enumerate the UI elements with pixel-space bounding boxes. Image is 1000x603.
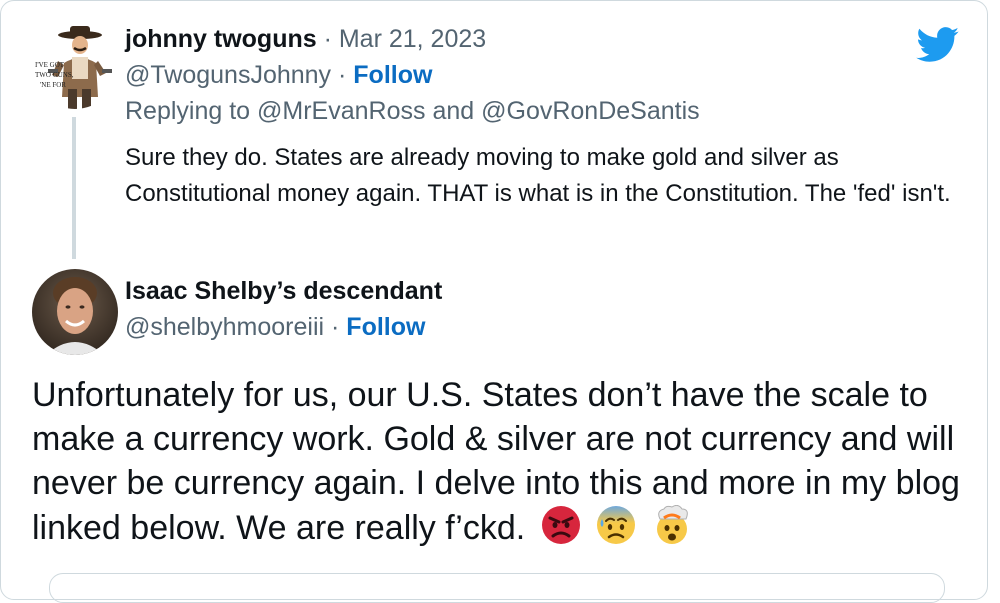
main-handle[interactable]: @shelbyhmooreiii: [125, 313, 324, 341]
reply-handle[interactable]: @TwogunsJohnny: [125, 61, 331, 89]
reply-follow-button[interactable]: Follow: [353, 61, 432, 89]
main-display-name[interactable]: Isaac Shelby’s descendant: [125, 277, 442, 306]
anxious-face-with-sweat-icon: [597, 506, 636, 544]
reply-date-separator: ·: [316, 25, 339, 53]
replying-to-and: and: [425, 97, 482, 125]
avatar-isaac-shelby[interactable]: [32, 269, 118, 355]
reply-handle-line: @TwogunsJohnny · Follow: [125, 61, 432, 90]
avatar-caption-line-3: 'NE FOR: [40, 81, 66, 89]
replying-to-prefix: Replying to: [125, 97, 258, 125]
reply-tweet-text: Sure they do. States are already moving …: [125, 144, 951, 207]
avatar-johnny-twoguns[interactable]: I'VE GOT TWO GUNS, 'NE FOR: [32, 23, 118, 109]
exploding-head-icon: [656, 505, 688, 544]
twitter-bird-icon[interactable]: [916, 27, 960, 63]
replying-to-user-1[interactable]: @MrEvanRoss: [257, 97, 425, 125]
reply-follow-separator: ·: [331, 61, 354, 89]
main-handle-line: @shelbyhmooreiii · Follow: [125, 313, 425, 342]
replying-to-user-2[interactable]: @GovRonDeSantis: [481, 97, 700, 125]
reply-display-name[interactable]: johnny twoguns: [125, 25, 317, 53]
portrait-avatar-image: [32, 269, 118, 355]
cowboy-avatar-image: I'VE GOT TWO GUNS, 'NE FOR: [32, 23, 118, 109]
angry-face-icon: [541, 506, 580, 544]
tweet-card: I'VE GOT TWO GUNS, 'NE FOR johnny twogun…: [0, 0, 988, 603]
emoji-row: [525, 505, 691, 547]
main-tweet-text: Unfortunately for us, our U.S. States do…: [32, 373, 967, 550]
main-tweet-body: Unfortunately for us, our U.S. States do…: [32, 376, 960, 547]
reply-date[interactable]: Mar 21, 2023: [339, 25, 486, 53]
main-follow-button[interactable]: Follow: [346, 313, 425, 341]
main-follow-separator: ·: [324, 313, 347, 341]
avatar-caption-line-2: TWO GUNS,: [35, 71, 74, 79]
replying-to-line: Replying to @MrEvanRoss and @GovRonDeSan…: [125, 97, 700, 126]
avatar-caption-line-1: I'VE GOT: [35, 61, 65, 69]
thread-connector-line: [72, 117, 76, 259]
reply-header-line: johnny twoguns · Mar 21, 2023: [125, 25, 486, 54]
linked-card-edge[interactable]: [49, 573, 945, 603]
